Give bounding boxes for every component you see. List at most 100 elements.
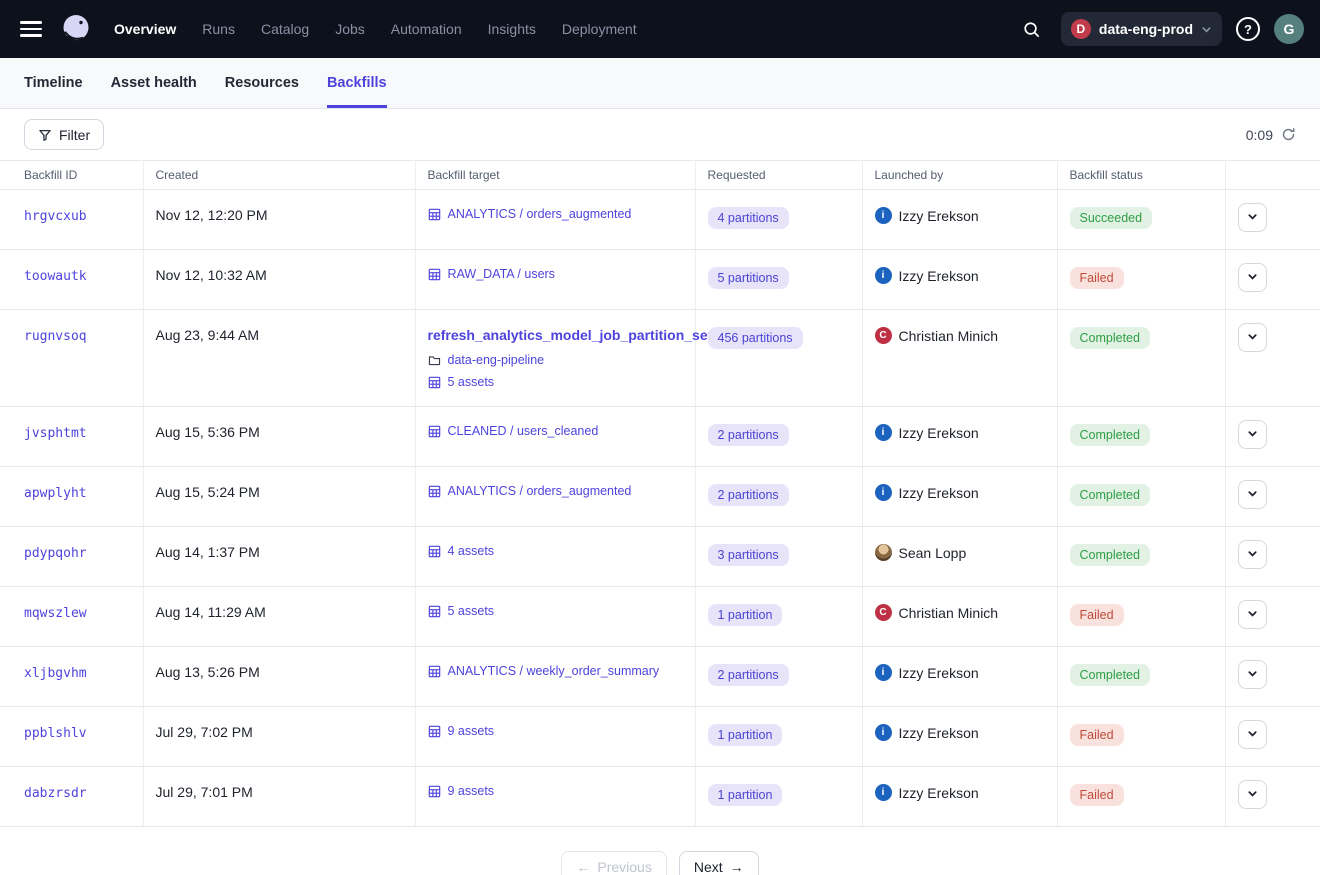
backfills-table-body: hrgvcxubNov 12, 12:20 PMANALYTICS / orde… bbox=[0, 190, 1320, 827]
backfill-id-link[interactable]: pdypqohr bbox=[24, 546, 87, 561]
table-row: dabzrsdrJul 29, 7:01 PM9 assets1 partiti… bbox=[0, 767, 1320, 827]
user-initial-avatar: C bbox=[875, 604, 892, 621]
backfill-target-link[interactable]: ANALYTICS / orders_augmented bbox=[448, 484, 632, 498]
chevron-down-icon bbox=[1247, 427, 1258, 442]
backfill-target-job-link[interactable]: refresh_analytics_model_job_partition_se… bbox=[428, 327, 683, 343]
asset-grid-icon bbox=[428, 725, 441, 738]
row-menu-button[interactable] bbox=[1238, 203, 1267, 232]
tab-resources[interactable]: Resources bbox=[225, 58, 299, 108]
chevron-down-icon bbox=[1247, 787, 1258, 802]
nav-item-automation[interactable]: Automation bbox=[391, 21, 462, 37]
tab-asset-health[interactable]: Asset health bbox=[111, 58, 197, 108]
backfill-id-link[interactable]: dabzrsdr bbox=[24, 786, 87, 801]
row-menu-button[interactable] bbox=[1238, 720, 1267, 749]
backfill-target-link[interactable]: ANALYTICS / weekly_order_summary bbox=[448, 664, 660, 678]
table-header-row: Backfill ID Created Backfill target Requ… bbox=[0, 161, 1320, 190]
chevron-down-icon bbox=[1247, 607, 1258, 622]
status-badge: Failed bbox=[1070, 267, 1124, 289]
user-initial-avatar: i bbox=[875, 784, 892, 801]
refresh-icon[interactable] bbox=[1281, 127, 1296, 142]
created-timestamp: Aug 14, 1:37 PM bbox=[156, 544, 260, 560]
requested-partitions-pill: 3 partitions bbox=[708, 544, 789, 566]
nav-item-insights[interactable]: Insights bbox=[488, 21, 536, 37]
row-menu-button[interactable] bbox=[1238, 323, 1267, 352]
backfill-target-link[interactable]: CLEANED / users_cleaned bbox=[448, 424, 599, 438]
overview-tabs: Timeline Asset health Resources Backfill… bbox=[0, 58, 1320, 109]
arrow-right-icon: → bbox=[730, 859, 744, 875]
backfill-id-link[interactable]: rugnvsoq bbox=[24, 329, 87, 344]
backfill-id-link[interactable]: mqwszlew bbox=[24, 606, 87, 621]
backfill-target-link[interactable]: 5 assets bbox=[448, 604, 495, 618]
help-glyph: ? bbox=[1244, 22, 1252, 37]
backfill-id-link[interactable]: apwplyht bbox=[24, 486, 87, 501]
created-timestamp: Aug 14, 11:29 AM bbox=[156, 604, 266, 620]
backfill-id-link[interactable]: xljbgvhm bbox=[24, 666, 87, 681]
deployment-switcher[interactable]: D data-eng-prod bbox=[1061, 12, 1222, 46]
row-menu-button[interactable] bbox=[1238, 263, 1267, 292]
nav-item-deployment[interactable]: Deployment bbox=[562, 21, 637, 37]
row-menu-button[interactable] bbox=[1238, 660, 1267, 689]
asset-grid-icon bbox=[428, 208, 441, 221]
nav-item-runs[interactable]: Runs bbox=[202, 21, 235, 37]
table-row: mqwszlewAug 14, 11:29 AM5 assets1 partit… bbox=[0, 587, 1320, 647]
chevron-down-icon bbox=[1247, 210, 1258, 225]
status-badge: Succeeded bbox=[1070, 207, 1153, 229]
requested-partitions-pill: 2 partitions bbox=[708, 424, 789, 446]
dagster-logo-icon[interactable] bbox=[56, 9, 96, 49]
row-menu-button[interactable] bbox=[1238, 780, 1267, 809]
nav-item-catalog[interactable]: Catalog bbox=[261, 21, 309, 37]
asset-grid-icon bbox=[428, 485, 441, 498]
hamburger-menu-icon[interactable] bbox=[20, 15, 48, 43]
backfill-target-link[interactable]: 4 assets bbox=[448, 544, 495, 558]
refresh-countdown: 0:09 bbox=[1246, 127, 1273, 143]
chevron-down-icon bbox=[1201, 24, 1212, 35]
deployment-name: data-eng-prod bbox=[1099, 21, 1193, 37]
created-timestamp: Aug 13, 5:26 PM bbox=[156, 664, 260, 680]
row-menu-button[interactable] bbox=[1238, 420, 1267, 449]
row-menu-button[interactable] bbox=[1238, 540, 1267, 569]
backfill-id-link[interactable]: hrgvcxub bbox=[24, 209, 87, 224]
requested-partitions-pill: 1 partition bbox=[708, 724, 783, 746]
created-timestamp: Jul 29, 7:01 PM bbox=[156, 784, 253, 800]
status-badge: Failed bbox=[1070, 784, 1124, 806]
status-badge: Completed bbox=[1070, 327, 1150, 349]
user-initial-avatar: i bbox=[875, 424, 892, 441]
column-header-backfill-target: Backfill target bbox=[415, 161, 695, 190]
tab-timeline[interactable]: Timeline bbox=[24, 58, 83, 108]
backfill-id-link[interactable]: toowautk bbox=[24, 269, 87, 284]
backfill-id-link[interactable]: jvsphtmt bbox=[24, 426, 87, 441]
backfill-target-link[interactable]: 9 assets bbox=[448, 784, 495, 798]
nav-item-jobs[interactable]: Jobs bbox=[335, 21, 365, 37]
backfill-target-link[interactable]: ANALYTICS / orders_augmented bbox=[448, 207, 632, 221]
status-badge: Completed bbox=[1070, 664, 1150, 686]
status-badge: Failed bbox=[1070, 724, 1124, 746]
row-menu-button[interactable] bbox=[1238, 480, 1267, 509]
user-avatar[interactable]: G bbox=[1274, 14, 1304, 44]
backfill-target-link[interactable]: data-eng-pipeline bbox=[448, 353, 545, 367]
nav-item-overview[interactable]: Overview bbox=[114, 21, 176, 37]
table-row: rugnvsoqAug 23, 9:44 AMrefresh_analytics… bbox=[0, 310, 1320, 407]
backfill-target-link[interactable]: 9 assets bbox=[448, 724, 495, 738]
status-badge: Completed bbox=[1070, 544, 1150, 566]
backfill-target-link[interactable]: 5 assets bbox=[448, 375, 495, 389]
row-menu-button[interactable] bbox=[1238, 600, 1267, 629]
chevron-down-icon bbox=[1247, 727, 1258, 742]
launched-by-name: Izzy Erekson bbox=[899, 725, 979, 741]
launched-by-name: Izzy Erekson bbox=[899, 208, 979, 224]
previous-page-button[interactable]: ← Previous bbox=[561, 851, 666, 875]
tab-backfills[interactable]: Backfills bbox=[327, 58, 387, 108]
help-icon[interactable]: ? bbox=[1236, 17, 1260, 41]
requested-partitions-pill: 456 partitions bbox=[708, 327, 803, 349]
chevron-down-icon bbox=[1247, 667, 1258, 682]
search-icon[interactable] bbox=[1017, 14, 1047, 44]
filter-button[interactable]: Filter bbox=[24, 119, 104, 150]
table-row: ppblshlvJul 29, 7:02 PM9 assets1 partiti… bbox=[0, 707, 1320, 767]
created-timestamp: Aug 15, 5:36 PM bbox=[156, 424, 260, 440]
requested-partitions-pill: 4 partitions bbox=[708, 207, 789, 229]
user-initial-avatar: i bbox=[875, 724, 892, 741]
chevron-down-icon bbox=[1247, 547, 1258, 562]
launched-by-name: Christian Minich bbox=[899, 328, 999, 344]
backfill-id-link[interactable]: ppblshlv bbox=[24, 726, 87, 741]
next-page-button[interactable]: Next → bbox=[679, 851, 759, 875]
backfill-target-link[interactable]: RAW_DATA / users bbox=[448, 267, 555, 281]
